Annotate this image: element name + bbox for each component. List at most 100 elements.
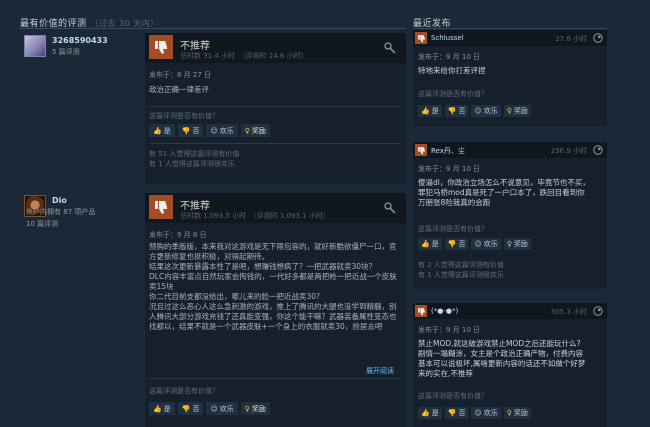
no-label: 否 <box>192 404 200 413</box>
vote-buttons: 👍 是 👎 否 ☺ 欢乐 ♀ 奖励 <box>418 407 531 419</box>
smile-icon: ☺ <box>474 107 482 115</box>
read-more-link[interactable]: 展开阅读 <box>366 366 394 376</box>
no-button[interactable]: 👎 否 <box>177 402 204 415</box>
avatar[interactable] <box>24 35 46 57</box>
thumb-down-icon: 👎 <box>447 409 457 417</box>
recent-posted-date: 发布于：9 月 10 日 <box>418 326 481 334</box>
playtime: 总时数 31.4 小时 （评测时 24.6 小时） <box>180 52 308 60</box>
no-button[interactable]: 👎 否 <box>177 124 204 137</box>
helpful-count: 有 2 人觉得这篇评测有价值 <box>418 261 504 269</box>
review-author: Dio 帐户内拥有 87 项产品 10 篇评测 <box>20 193 145 427</box>
recent-playtime: 27.8 小时 <box>555 35 587 43</box>
recent-playtime: 305.3 小时 <box>550 308 587 316</box>
review-text: 政治正确一律差评 <box>149 85 209 94</box>
yes-button[interactable]: 👍 是 <box>418 407 442 419</box>
no-button[interactable]: 👎 否 <box>444 238 469 250</box>
funny-label: 欢乐 <box>483 240 498 248</box>
recent-author-name[interactable]: (*●-●*) <box>431 307 458 315</box>
vote-buttons: 👍 是 👎 否 ☺ 欢乐 ♀ 奖励 <box>418 238 531 250</box>
award-button[interactable]: ♀ 奖励 <box>240 402 270 415</box>
verdict-label: 不推荐 <box>180 201 210 212</box>
recent-review-header[interactable]: (*●-●*) 305.3 小时 <box>413 303 607 319</box>
author-review-count[interactable]: 5 篇评测 <box>52 48 80 57</box>
award-button[interactable]: ♀ 奖励 <box>503 238 531 250</box>
right-divider <box>413 28 607 29</box>
recent-playtime: 256.9 小时 <box>550 147 587 155</box>
helpful-question: 这篇评测是否有价值？ <box>418 392 488 400</box>
no-label: 否 <box>192 126 200 135</box>
thumb-down-icon: 👎 <box>447 107 457 115</box>
author-name[interactable]: Dio <box>52 196 67 205</box>
yes-label: 是 <box>163 126 171 135</box>
funny-button[interactable]: ☺ 欢乐 <box>471 238 501 250</box>
funny-label: 欢乐 <box>483 107 498 115</box>
thumb-down-icon <box>149 35 173 59</box>
recent-review-text: 特地来给你打差评捏 <box>418 66 486 75</box>
helpful-question: 这篇评测是否有价值？ <box>418 225 488 233</box>
review-options-icon[interactable] <box>384 202 396 216</box>
review-card: 3268590433 5 篇评测 不推荐 总时数 31.4 小时 （评测时 24… <box>20 33 406 184</box>
thumb-down-icon: 👎 <box>181 126 191 135</box>
yes-button[interactable]: 👍 是 <box>418 238 442 250</box>
no-label: 否 <box>458 107 466 115</box>
most-helpful-subtitle: （过去 30 天内） <box>90 19 159 28</box>
no-button[interactable]: 👎 否 <box>444 407 469 419</box>
yes-label: 是 <box>431 409 439 417</box>
award-button[interactable]: ♀ 奖励 <box>240 124 270 137</box>
playtime: 总时数 1,093.5 小时 （评测时 1,093.1 小时） <box>180 212 330 220</box>
thumb-up-icon: 👍 <box>421 409 430 417</box>
thumb-down-icon: 👎 <box>181 404 191 413</box>
funny-count: 有 1 人觉得这篇评测很欢乐 <box>149 160 235 168</box>
helpful-question: 这篇评测是否有价值？ <box>149 112 219 120</box>
award-icon: ♀ <box>244 126 250 135</box>
thumb-down-icon <box>415 144 427 156</box>
thumb-up-icon: 👍 <box>153 404 162 413</box>
recent-posted-date: 发布于：9 月 10 日 <box>418 165 481 173</box>
award-icon: ♀ <box>506 409 512 417</box>
recent-author-name[interactable]: Schlussel <box>431 34 464 42</box>
recent-posted-date: 发布于：9 月 10 日 <box>418 53 481 61</box>
author-review-count[interactable]: 10 篇评测 <box>26 219 58 229</box>
yes-label: 是 <box>431 107 439 115</box>
funny-button[interactable]: ☺ 欢乐 <box>206 124 238 137</box>
funny-label: 欢乐 <box>483 409 498 417</box>
divider <box>149 378 400 379</box>
no-button[interactable]: 👎 否 <box>444 105 469 117</box>
steam-icon <box>593 33 603 45</box>
award-label: 奖励 <box>251 126 266 135</box>
author-product-count[interactable]: 帐户内拥有 87 项产品 <box>26 208 95 217</box>
recent-review-header[interactable]: Schlussel 27.8 小时 <box>413 30 607 46</box>
vote-header[interactable]: 不推荐 总时数 31.4 小时 （评测时 24.6 小时） <box>145 33 406 63</box>
yes-button[interactable]: 👍 是 <box>418 105 442 117</box>
thumb-down-icon <box>415 32 427 44</box>
vote-buttons: 👍 是 👎 否 ☺ 欢乐 ♀ 奖励 <box>149 124 270 137</box>
review-body: 不推荐 总时数 1,093.5 小时 （评测时 1,093.1 小时） 发布于：… <box>145 193 406 427</box>
award-button[interactable]: ♀ 奖励 <box>503 407 531 419</box>
verdict-label: 不推荐 <box>180 41 210 52</box>
award-label: 奖励 <box>513 107 528 115</box>
text-fade <box>145 335 406 357</box>
recent-review-card: Schlussel 27.8 小时 发布于：9 月 10 日 特地来给你打差评捏… <box>413 30 607 126</box>
review-card: Dio 帐户内拥有 87 项产品 10 篇评测 不推荐 总时数 1,093.5 … <box>20 193 406 427</box>
award-button[interactable]: ♀ 奖励 <box>503 105 531 117</box>
yes-button[interactable]: 👍 是 <box>149 124 175 137</box>
award-label: 奖励 <box>251 404 266 413</box>
author-name[interactable]: 3268590433 <box>52 36 108 45</box>
vote-header[interactable]: 不推荐 总时数 1,093.5 小时 （评测时 1,093.1 小时） <box>145 193 406 223</box>
recent-review-header[interactable]: Rex丹、尘 256.9 小时 <box>413 142 607 158</box>
recent-review-card: (*●-●*) 305.3 小时 发布于：9 月 10 日 禁止MOD,就这破游… <box>413 303 607 427</box>
yes-button[interactable]: 👍 是 <box>149 402 175 415</box>
funny-button[interactable]: ☺ 欢乐 <box>206 402 238 415</box>
review-options-icon[interactable] <box>384 42 396 56</box>
funny-button[interactable]: ☺ 欢乐 <box>471 105 501 117</box>
thumb-down-icon <box>415 305 427 317</box>
steam-icon <box>593 145 603 157</box>
helpful-question: 这篇评测是否有价值？ <box>149 387 219 395</box>
no-label: 否 <box>458 409 466 417</box>
funny-button[interactable]: ☺ 欢乐 <box>471 407 501 419</box>
award-icon: ♀ <box>244 404 250 413</box>
smile-icon: ☺ <box>474 409 482 417</box>
recent-author-name[interactable]: Rex丹、尘 <box>431 146 465 156</box>
thumb-up-icon: 👍 <box>421 107 430 115</box>
funny-label: 欢乐 <box>219 404 234 413</box>
